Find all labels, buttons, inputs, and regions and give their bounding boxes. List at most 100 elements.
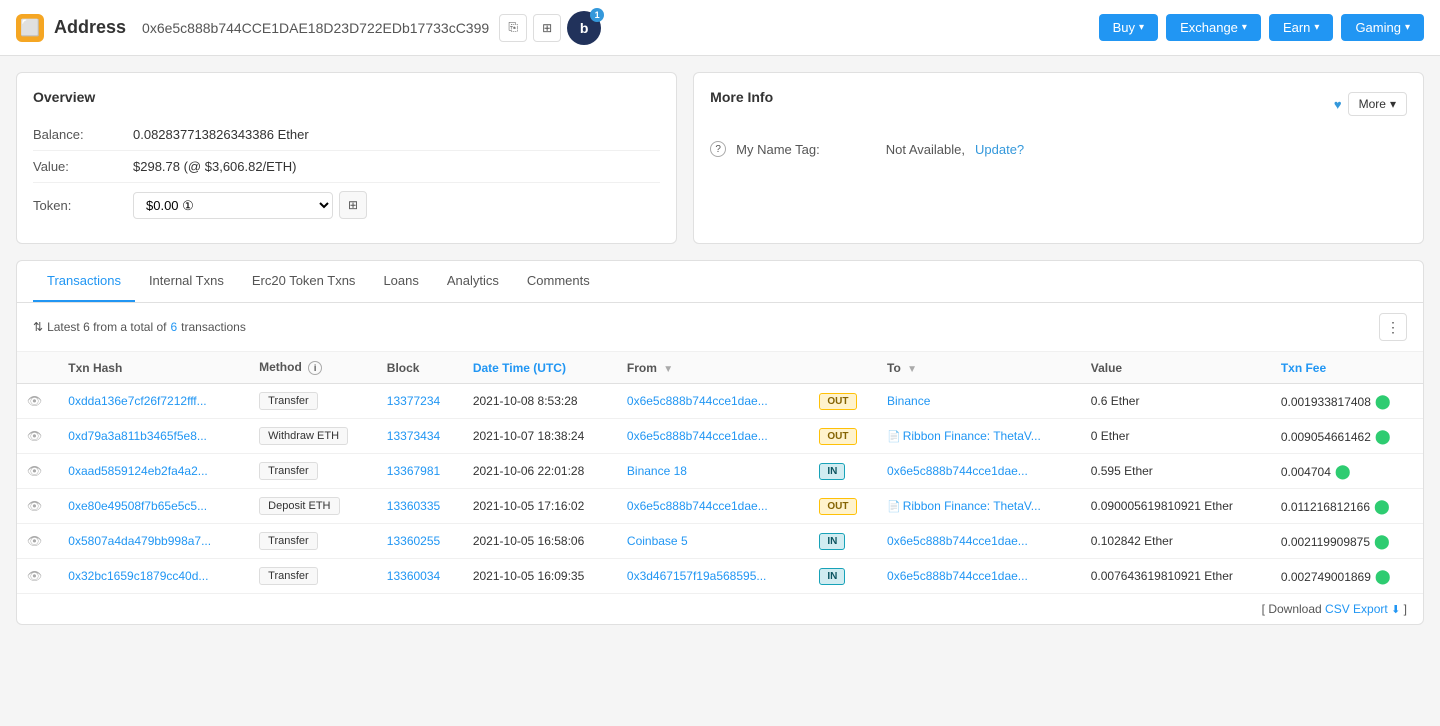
- csv-suffix: ]: [1404, 602, 1407, 616]
- token-label: Token:: [33, 198, 133, 213]
- gas-icon: ⬤: [1375, 393, 1391, 409]
- earn-button[interactable]: Earn ▾: [1269, 14, 1334, 41]
- download-icon: ⬇: [1391, 604, 1400, 616]
- exchange-button[interactable]: Exchange ▾: [1166, 14, 1261, 41]
- cell-to: 📄Ribbon Finance: ThetaV...: [877, 419, 1081, 454]
- contract-icon: 📄: [887, 501, 901, 513]
- to-name-link[interactable]: Ribbon Finance: ThetaV...: [903, 499, 1041, 513]
- eye-icon[interactable]: 👁: [27, 464, 42, 478]
- buy-chevron-icon: ▾: [1139, 22, 1144, 33]
- method-badge: Transfer: [259, 462, 318, 480]
- cell-hash: 0x5807a4da479bb998a7...: [58, 524, 249, 559]
- block-link[interactable]: 13367981: [387, 464, 440, 478]
- overview-row: Overview Balance: 0.082837713826343386 E…: [16, 72, 1424, 244]
- cell-from: 0x6e5c888b744cce1dae...: [617, 384, 805, 419]
- block-link[interactable]: 13377234: [387, 394, 440, 408]
- to-address-link[interactable]: 0x6e5c888b744cce1dae...: [887, 534, 1028, 548]
- token-select-wrapper: $0.00 ① ⊞: [133, 191, 367, 219]
- token-row: Token: $0.00 ① ⊞: [33, 183, 660, 227]
- tabs-row: Transactions Internal Txns Erc20 Token T…: [17, 261, 1423, 303]
- more-chevron-icon: ▾: [1390, 97, 1396, 111]
- direction-badge: IN: [819, 463, 845, 480]
- block-link[interactable]: 13360034: [387, 569, 440, 583]
- cell-from: Coinbase 5: [617, 524, 805, 559]
- txn-header: ⇅ Latest 6 from a total of 6 transaction…: [17, 303, 1423, 352]
- col-to: To ▼: [877, 352, 1081, 384]
- tab-analytics[interactable]: Analytics: [433, 261, 513, 302]
- tab-internal-txns[interactable]: Internal Txns: [135, 261, 238, 302]
- eye-icon[interactable]: 👁: [27, 429, 42, 443]
- nav-right: Buy ▾ Exchange ▾ Earn ▾ Gaming ▾: [1099, 14, 1424, 41]
- method-badge: Deposit ETH: [259, 497, 339, 515]
- to-name-link[interactable]: Binance: [887, 394, 930, 408]
- eye-icon[interactable]: 👁: [27, 569, 42, 583]
- from-name-link[interactable]: Binance 18: [627, 464, 687, 478]
- tab-comments[interactable]: Comments: [513, 261, 604, 302]
- cell-direction: OUT: [805, 419, 877, 454]
- txn-hash-link[interactable]: 0xe80e49508f7b65e5c5...: [68, 499, 207, 513]
- to-filter-icon[interactable]: ▼: [907, 364, 917, 375]
- cell-datetime: 2021-10-07 18:38:24: [463, 419, 617, 454]
- value-label: Value:: [33, 159, 133, 174]
- from-filter-icon[interactable]: ▼: [663, 364, 673, 375]
- csv-export-link[interactable]: CSV Export ⬇: [1325, 602, 1404, 616]
- txn-hash-link[interactable]: 0x32bc1659c1879cc40d...: [68, 569, 208, 583]
- more-options-button[interactable]: ⋮: [1379, 313, 1407, 341]
- col-from: From ▼: [617, 352, 805, 384]
- eye-icon[interactable]: 👁: [27, 534, 42, 548]
- cell-from: 0x6e5c888b744cce1dae...: [617, 419, 805, 454]
- update-link[interactable]: Update?: [975, 142, 1024, 157]
- token-grid-icon[interactable]: ⊞: [339, 191, 367, 219]
- cell-method: Transfer: [249, 454, 377, 489]
- eye-icon[interactable]: 👁: [27, 394, 42, 408]
- tab-loans[interactable]: Loans: [369, 261, 432, 302]
- to-address-link[interactable]: 0x6e5c888b744cce1dae...: [887, 569, 1028, 583]
- txn-hash-link[interactable]: 0xaad5859124eb2fa4a2...: [68, 464, 207, 478]
- tab-erc20-txns[interactable]: Erc20 Token Txns: [238, 261, 370, 302]
- txn-hash-link[interactable]: 0xd79a3a811b3465f5e8...: [68, 429, 207, 443]
- name-tag-value: Not Available,: [886, 142, 965, 157]
- cell-eye: 👁: [17, 559, 58, 594]
- cell-method: Deposit ETH: [249, 489, 377, 524]
- cell-from: 0x3d467157f19a568595...: [617, 559, 805, 594]
- gas-icon: ⬤: [1335, 463, 1351, 479]
- gas-icon: ⬤: [1375, 568, 1391, 584]
- to-address-link[interactable]: 0x6e5c888b744cce1dae...: [887, 464, 1028, 478]
- cell-direction: IN: [805, 559, 877, 594]
- direction-badge: OUT: [819, 498, 856, 515]
- txn-count-link[interactable]: 6: [170, 320, 177, 334]
- block-link[interactable]: 13360335: [387, 499, 440, 513]
- table-row: 👁 0xe80e49508f7b65e5c5... Deposit ETH 13…: [17, 489, 1423, 524]
- token-select[interactable]: $0.00 ①: [133, 192, 333, 219]
- buy-button[interactable]: Buy ▾: [1099, 14, 1158, 41]
- value-row: Value: $298.78 (@ $3,606.82/ETH): [33, 151, 660, 183]
- cell-fee: 0.011216812166⬤: [1271, 489, 1423, 524]
- txn-hash-link[interactable]: 0x5807a4da479bb998a7...: [68, 534, 211, 548]
- tab-transactions[interactable]: Transactions: [33, 261, 135, 302]
- grid-button[interactable]: ⊞: [533, 14, 561, 42]
- col-block: Block: [377, 352, 463, 384]
- badge-button[interactable]: b 1: [567, 11, 601, 45]
- to-name-link[interactable]: Ribbon Finance: ThetaV...: [903, 429, 1041, 443]
- from-address-link[interactable]: 0x3d467157f19a568595...: [627, 569, 766, 583]
- sort-icon: ⇅: [33, 320, 43, 334]
- from-address-link[interactable]: 0x6e5c888b744cce1dae...: [627, 499, 768, 513]
- gaming-button[interactable]: Gaming ▾: [1341, 14, 1424, 41]
- block-link[interactable]: 13373434: [387, 429, 440, 443]
- from-name-link[interactable]: Coinbase 5: [627, 534, 688, 548]
- from-address-link[interactable]: 0x6e5c888b744cce1dae...: [627, 429, 768, 443]
- copy-button[interactable]: ⎘: [499, 14, 527, 42]
- method-info-icon[interactable]: i: [308, 361, 322, 375]
- from-address-link[interactable]: 0x6e5c888b744cce1dae...: [627, 394, 768, 408]
- cell-to: 0x6e5c888b744cce1dae...: [877, 524, 1081, 559]
- cell-hash: 0xaad5859124eb2fa4a2...: [58, 454, 249, 489]
- more-button[interactable]: More ▾: [1348, 92, 1407, 116]
- cell-to: 📄Ribbon Finance: ThetaV...: [877, 489, 1081, 524]
- transactions-table: Txn Hash Method i Block Date Time (UTC) …: [17, 352, 1423, 593]
- more-info-actions: ♥ More ▾: [1334, 92, 1407, 116]
- cell-fee: 0.004704⬤: [1271, 454, 1423, 489]
- logo-icon: ⬜: [16, 14, 44, 42]
- txn-hash-link[interactable]: 0xdda136e7cf26f7212fff...: [68, 394, 206, 408]
- eye-icon[interactable]: 👁: [27, 499, 42, 513]
- block-link[interactable]: 13360255: [387, 534, 440, 548]
